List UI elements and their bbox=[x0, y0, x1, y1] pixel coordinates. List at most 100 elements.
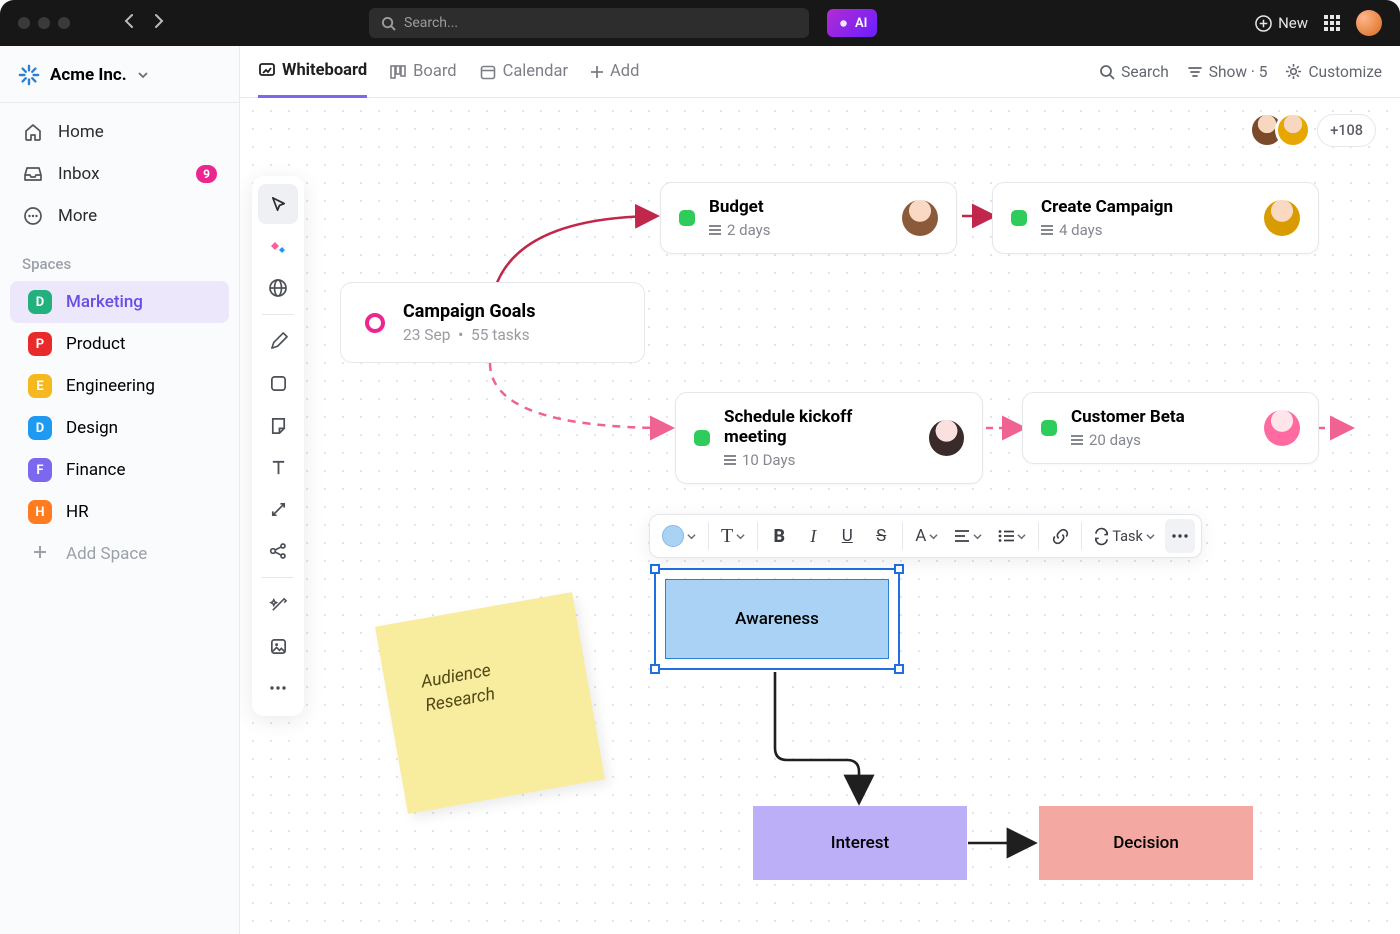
dots-icon bbox=[270, 686, 286, 690]
description-icon bbox=[709, 225, 721, 235]
presence-avatars[interactable]: +108 bbox=[1259, 112, 1376, 148]
tool-text[interactable] bbox=[258, 447, 298, 487]
space-product[interactable]: P Product bbox=[10, 323, 229, 365]
tab-board[interactable]: Board bbox=[389, 46, 456, 98]
window-titlebar: Search... AI New bbox=[0, 0, 1400, 46]
globe-icon bbox=[268, 278, 288, 298]
resize-handle[interactable] bbox=[894, 564, 904, 574]
nav-back-button[interactable] bbox=[114, 9, 144, 37]
workspace-switcher[interactable]: Acme Inc. bbox=[0, 54, 239, 102]
tool-more[interactable] bbox=[258, 668, 298, 708]
tool-web[interactable] bbox=[258, 268, 298, 308]
global-search[interactable]: Search... bbox=[369, 8, 809, 38]
space-label: Finance bbox=[66, 460, 125, 480]
inbox-badge: 9 bbox=[196, 165, 217, 183]
sidebar-item-more[interactable]: More bbox=[0, 195, 239, 237]
view-customize[interactable]: Customize bbox=[1285, 63, 1382, 81]
node-title: Schedule kickoff meeting bbox=[724, 407, 915, 447]
tool-select[interactable] bbox=[258, 184, 298, 224]
space-engineering[interactable]: E Engineering bbox=[10, 365, 229, 407]
tool-shape[interactable] bbox=[258, 363, 298, 403]
align-button[interactable] bbox=[948, 519, 988, 553]
node-customer-beta[interactable]: Customer Beta 20 days bbox=[1022, 392, 1319, 464]
nav-forward-button[interactable] bbox=[144, 9, 174, 37]
new-button[interactable]: New bbox=[1255, 14, 1308, 32]
tab-whiteboard[interactable]: Whiteboard bbox=[258, 46, 367, 98]
view-search[interactable]: Search bbox=[1099, 63, 1169, 81]
resize-handle[interactable] bbox=[650, 664, 660, 674]
sticky-note[interactable]: Audience Research bbox=[375, 592, 605, 814]
ai-button[interactable]: AI bbox=[827, 9, 877, 37]
sidebar-item-home[interactable]: Home bbox=[0, 111, 239, 153]
fill-color-button[interactable] bbox=[656, 519, 702, 553]
bold-button[interactable]: B bbox=[764, 519, 794, 553]
avatar bbox=[1275, 112, 1311, 148]
space-badge: E bbox=[28, 374, 52, 398]
sidebar-item-inbox[interactable]: Inbox 9 bbox=[0, 153, 239, 195]
tool-sticky[interactable] bbox=[258, 405, 298, 445]
convert-icon bbox=[1094, 529, 1109, 544]
apps-grid-icon[interactable] bbox=[1324, 15, 1340, 31]
more-icon bbox=[22, 206, 44, 226]
tool-mindmap[interactable] bbox=[258, 531, 298, 571]
node-campaign-goals[interactable]: Campaign Goals 23 Sep • 55 tasks bbox=[340, 282, 645, 363]
strike-button[interactable]: S bbox=[866, 519, 896, 553]
shape-interest[interactable]: Interest bbox=[753, 806, 967, 880]
tab-calendar[interactable]: Calendar bbox=[479, 46, 568, 98]
tab-label: Add bbox=[610, 62, 639, 81]
tool-pen[interactable] bbox=[258, 321, 298, 361]
tool-connector[interactable] bbox=[258, 489, 298, 529]
convert-task-button[interactable]: Task bbox=[1088, 519, 1161, 553]
sticky-text: Audience Research bbox=[420, 661, 497, 716]
search-icon bbox=[1099, 64, 1115, 80]
node-kickoff[interactable]: Schedule kickoff meeting 10 Days bbox=[675, 392, 983, 484]
resize-handle[interactable] bbox=[650, 564, 660, 574]
resize-handle[interactable] bbox=[894, 664, 904, 674]
tool-magic[interactable] bbox=[258, 584, 298, 624]
more-options-button[interactable] bbox=[1165, 519, 1195, 553]
space-hr[interactable]: H HR bbox=[10, 491, 229, 533]
space-badge: D bbox=[28, 290, 52, 314]
text-color-button[interactable]: A bbox=[909, 519, 944, 553]
whiteboard-canvas[interactable]: +108 bbox=[240, 98, 1400, 934]
inbox-icon bbox=[22, 164, 44, 184]
pen-icon bbox=[269, 332, 288, 351]
spaces-heading: Spaces bbox=[0, 237, 239, 281]
filter-icon bbox=[1187, 64, 1203, 80]
space-design[interactable]: D Design bbox=[10, 407, 229, 449]
link-button[interactable] bbox=[1045, 519, 1075, 553]
status-square-icon bbox=[1041, 420, 1057, 436]
space-label: Marketing bbox=[66, 292, 143, 312]
ai-icon bbox=[268, 236, 288, 256]
tool-ai[interactable] bbox=[258, 226, 298, 266]
font-button[interactable]: T bbox=[715, 519, 751, 553]
task-label: Task bbox=[1112, 528, 1143, 545]
italic-button[interactable]: I bbox=[798, 519, 828, 553]
label: Show · 5 bbox=[1209, 63, 1268, 81]
tool-image[interactable] bbox=[258, 626, 298, 666]
workspace-name: Acme Inc. bbox=[50, 65, 127, 85]
gear-icon bbox=[1285, 63, 1302, 80]
dots-icon bbox=[1172, 534, 1188, 538]
add-view[interactable]: Add bbox=[590, 46, 639, 98]
node-meta: 20 days bbox=[1071, 431, 1185, 449]
chevron-down-icon bbox=[137, 69, 149, 81]
assignee-avatar bbox=[929, 420, 964, 456]
list-button[interactable] bbox=[992, 519, 1032, 553]
tab-label: Calendar bbox=[503, 62, 568, 81]
space-marketing[interactable]: D Marketing bbox=[10, 281, 229, 323]
status-square-icon bbox=[1011, 210, 1027, 226]
assignee-avatar bbox=[1264, 200, 1300, 236]
magic-icon bbox=[269, 595, 288, 614]
node-budget[interactable]: Budget 2 days bbox=[660, 182, 957, 254]
user-avatar[interactable] bbox=[1356, 10, 1382, 36]
node-create-campaign[interactable]: Create Campaign 4 days bbox=[992, 182, 1319, 254]
plus-circle-icon bbox=[1255, 15, 1272, 32]
node-meta: 23 Sep • 55 tasks bbox=[403, 326, 535, 344]
underline-button[interactable]: U bbox=[832, 519, 862, 553]
shape-awareness[interactable]: Awareness bbox=[665, 579, 889, 659]
view-show[interactable]: Show · 5 bbox=[1187, 63, 1268, 81]
add-space[interactable]: Add Space bbox=[10, 533, 229, 575]
space-finance[interactable]: F Finance bbox=[10, 449, 229, 491]
shape-decision[interactable]: Decision bbox=[1039, 806, 1253, 880]
